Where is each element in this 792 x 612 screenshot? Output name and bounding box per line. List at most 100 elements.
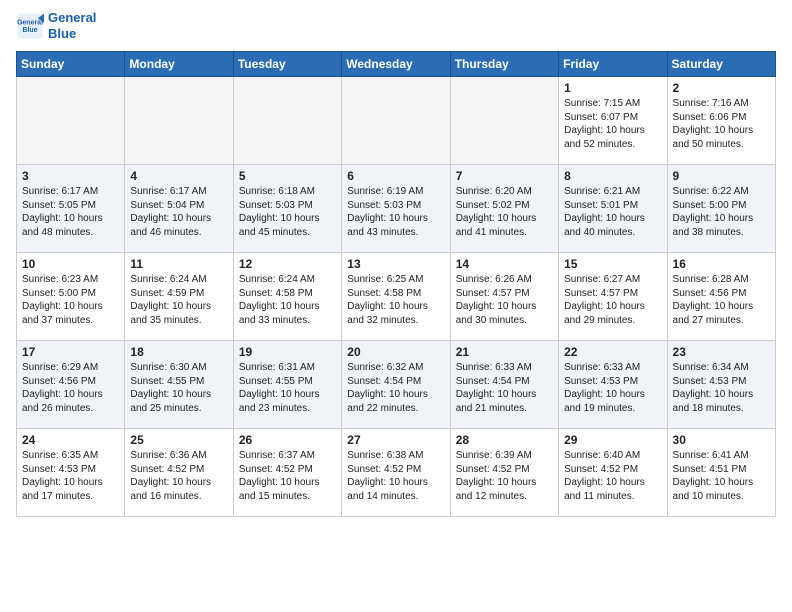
- day-number: 8: [564, 169, 661, 183]
- day-number: 17: [22, 345, 119, 359]
- day-number: 20: [347, 345, 444, 359]
- calendar-cell: 15 Sunrise: 6:27 AM Sunset: 4:57 PM Dayli…: [559, 253, 667, 341]
- calendar-cell: 6 Sunrise: 6:19 AM Sunset: 5:03 PM Daylig…: [342, 165, 450, 253]
- weekday-header: Saturday: [667, 52, 775, 77]
- calendar-cell: 8Sunrise: 6:21 AM Sunset: 5:01 PM Daylig…: [559, 165, 667, 253]
- calendar-cell: 1 Sunrise: 7:15 AM Sunset: 6:07 PM Daylig…: [559, 77, 667, 165]
- calendar-cell: [125, 77, 233, 165]
- cell-content: Sunrise: 6:29 AM Sunset: 4:56 PM Dayligh…: [22, 361, 119, 415]
- calendar-cell: 26 Sunrise: 6:37 AM Sunset: 4:52 PM Dayli…: [233, 429, 341, 517]
- calendar-cell: 3 Sunrise: 6:17 AM Sunset: 5:05 PM Daylig…: [17, 165, 125, 253]
- cell-content: Sunrise: 6:33 AM Sunset: 4:53 PM Dayligh…: [564, 361, 661, 415]
- day-number: 30: [673, 433, 770, 447]
- day-number: 16: [673, 257, 770, 271]
- svg-text:General: General: [17, 19, 43, 26]
- calendar-cell: 21Sunrise: 6:33 AM Sunset: 4:54 PM Dayli…: [450, 341, 558, 429]
- calendar-cell: [450, 77, 558, 165]
- day-number: 4: [130, 169, 227, 183]
- cell-content: Sunrise: 6:25 AM Sunset: 4:58 PM Dayligh…: [347, 273, 444, 327]
- cell-content: Sunrise: 6:23 AM Sunset: 5:00 PM Dayligh…: [22, 273, 119, 327]
- calendar-cell: 9 Sunrise: 6:22 AM Sunset: 5:00 PM Daylig…: [667, 165, 775, 253]
- cell-content: Sunrise: 6:27 AM Sunset: 4:57 PM Dayligh…: [564, 273, 661, 327]
- calendar-cell: 2 Sunrise: 7:16 AM Sunset: 6:06 PM Daylig…: [667, 77, 775, 165]
- day-number: 5: [239, 169, 336, 183]
- cell-content: Sunrise: 7:15 AM Sunset: 6:07 PM Dayligh…: [564, 97, 661, 151]
- calendar-cell: 7 Sunrise: 6:20 AM Sunset: 5:02 PM Daylig…: [450, 165, 558, 253]
- cell-content: Sunrise: 6:26 AM Sunset: 4:57 PM Dayligh…: [456, 273, 553, 327]
- day-number: 11: [130, 257, 227, 271]
- calendar-cell: 4 Sunrise: 6:17 AM Sunset: 5:04 PM Daylig…: [125, 165, 233, 253]
- calendar-cell: 25 Sunrise: 6:36 AM Sunset: 4:52 PM Dayli…: [125, 429, 233, 517]
- day-number: 27: [347, 433, 444, 447]
- day-number: 28: [456, 433, 553, 447]
- calendar: SundayMondayTuesdayWednesdayThursdayFrid…: [16, 51, 776, 517]
- cell-content: Sunrise: 7:16 AM Sunset: 6:06 PM Dayligh…: [673, 97, 770, 151]
- cell-content: Sunrise: 6:30 AM Sunset: 4:55 PM Dayligh…: [130, 361, 227, 415]
- weekday-header: Thursday: [450, 52, 558, 77]
- cell-content: Sunrise: 6:31 AM Sunset: 4:55 PM Dayligh…: [239, 361, 336, 415]
- calendar-cell: 18Sunrise: 6:30 AM Sunset: 4:55 PM Dayli…: [125, 341, 233, 429]
- day-number: 19: [239, 345, 336, 359]
- calendar-cell: 23 Sunrise: 6:34 AM Sunset: 4:53 PM Dayli…: [667, 341, 775, 429]
- brand-name: General: [48, 10, 96, 26]
- cell-content: Sunrise: 6:34 AM Sunset: 4:53 PM Dayligh…: [673, 361, 770, 415]
- calendar-cell: 14 Sunrise: 6:26 AM Sunset: 4:57 PM Dayli…: [450, 253, 558, 341]
- cell-content: Sunrise: 6:22 AM Sunset: 5:00 PM Dayligh…: [673, 185, 770, 239]
- calendar-cell: 13 Sunrise: 6:25 AM Sunset: 4:58 PM Dayli…: [342, 253, 450, 341]
- weekday-header: Sunday: [17, 52, 125, 77]
- cell-content: Sunrise: 6:39 AM Sunset: 4:52 PM Dayligh…: [456, 449, 553, 503]
- cell-content: Sunrise: 6:32 AM Sunset: 4:54 PM Dayligh…: [347, 361, 444, 415]
- day-number: 7: [456, 169, 553, 183]
- calendar-cell: 5 Sunrise: 6:18 AM Sunset: 5:03 PM Daylig…: [233, 165, 341, 253]
- logo-icon: General Blue: [16, 12, 44, 40]
- calendar-cell: 28 Sunrise: 6:39 AM Sunset: 4:52 PM Dayli…: [450, 429, 558, 517]
- svg-text:Blue: Blue: [22, 27, 37, 34]
- cell-content: Sunrise: 6:37 AM Sunset: 4:52 PM Dayligh…: [239, 449, 336, 503]
- cell-content: Sunrise: 6:36 AM Sunset: 4:52 PM Dayligh…: [130, 449, 227, 503]
- cell-content: Sunrise: 6:28 AM Sunset: 4:56 PM Dayligh…: [673, 273, 770, 327]
- day-number: 10: [22, 257, 119, 271]
- calendar-cell: 22Sunrise: 6:33 AM Sunset: 4:53 PM Dayli…: [559, 341, 667, 429]
- day-number: 6: [347, 169, 444, 183]
- day-number: 2: [673, 81, 770, 95]
- calendar-cell: 10 Sunrise: 6:23 AM Sunset: 5:00 PM Dayli…: [17, 253, 125, 341]
- cell-content: Sunrise: 6:18 AM Sunset: 5:03 PM Dayligh…: [239, 185, 336, 239]
- cell-content: Sunrise: 6:24 AM Sunset: 4:58 PM Dayligh…: [239, 273, 336, 327]
- cell-content: Sunrise: 6:41 AM Sunset: 4:51 PM Dayligh…: [673, 449, 770, 503]
- cell-content: Sunrise: 6:24 AM Sunset: 4:59 PM Dayligh…: [130, 273, 227, 327]
- calendar-cell: [342, 77, 450, 165]
- calendar-cell: [17, 77, 125, 165]
- cell-content: Sunrise: 6:17 AM Sunset: 5:05 PM Dayligh…: [22, 185, 119, 239]
- day-number: 9: [673, 169, 770, 183]
- cell-content: Sunrise: 6:20 AM Sunset: 5:02 PM Dayligh…: [456, 185, 553, 239]
- brand-name2: Blue: [48, 26, 96, 42]
- day-number: 15: [564, 257, 661, 271]
- cell-content: Sunrise: 6:38 AM Sunset: 4:52 PM Dayligh…: [347, 449, 444, 503]
- calendar-cell: 27 Sunrise: 6:38 AM Sunset: 4:52 PM Dayli…: [342, 429, 450, 517]
- day-number: 1: [564, 81, 661, 95]
- cell-content: Sunrise: 6:17 AM Sunset: 5:04 PM Dayligh…: [130, 185, 227, 239]
- day-number: 21: [456, 345, 553, 359]
- calendar-cell: 24 Sunrise: 6:35 AM Sunset: 4:53 PM Dayli…: [17, 429, 125, 517]
- day-number: 3: [22, 169, 119, 183]
- weekday-header: Wednesday: [342, 52, 450, 77]
- calendar-cell: 20 Sunrise: 6:32 AM Sunset: 4:54 PM Dayli…: [342, 341, 450, 429]
- weekday-header: Monday: [125, 52, 233, 77]
- day-number: 24: [22, 433, 119, 447]
- day-number: 25: [130, 433, 227, 447]
- calendar-cell: 16 Sunrise: 6:28 AM Sunset: 4:56 PM Dayli…: [667, 253, 775, 341]
- weekday-header: Tuesday: [233, 52, 341, 77]
- day-number: 13: [347, 257, 444, 271]
- logo: General Blue General Blue: [16, 10, 96, 41]
- cell-content: Sunrise: 6:19 AM Sunset: 5:03 PM Dayligh…: [347, 185, 444, 239]
- top-area: General Blue General Blue: [16, 10, 776, 45]
- calendar-cell: 17 Sunrise: 6:29 AM Sunset: 4:56 PM Dayli…: [17, 341, 125, 429]
- calendar-cell: 30 Sunrise: 6:41 AM Sunset: 4:51 PM Dayli…: [667, 429, 775, 517]
- day-number: 26: [239, 433, 336, 447]
- cell-content: Sunrise: 6:35 AM Sunset: 4:53 PM Dayligh…: [22, 449, 119, 503]
- day-number: 14: [456, 257, 553, 271]
- day-number: 23: [673, 345, 770, 359]
- weekday-header: Friday: [559, 52, 667, 77]
- calendar-cell: [233, 77, 341, 165]
- calendar-cell: 29Sunrise: 6:40 AM Sunset: 4:52 PM Dayli…: [559, 429, 667, 517]
